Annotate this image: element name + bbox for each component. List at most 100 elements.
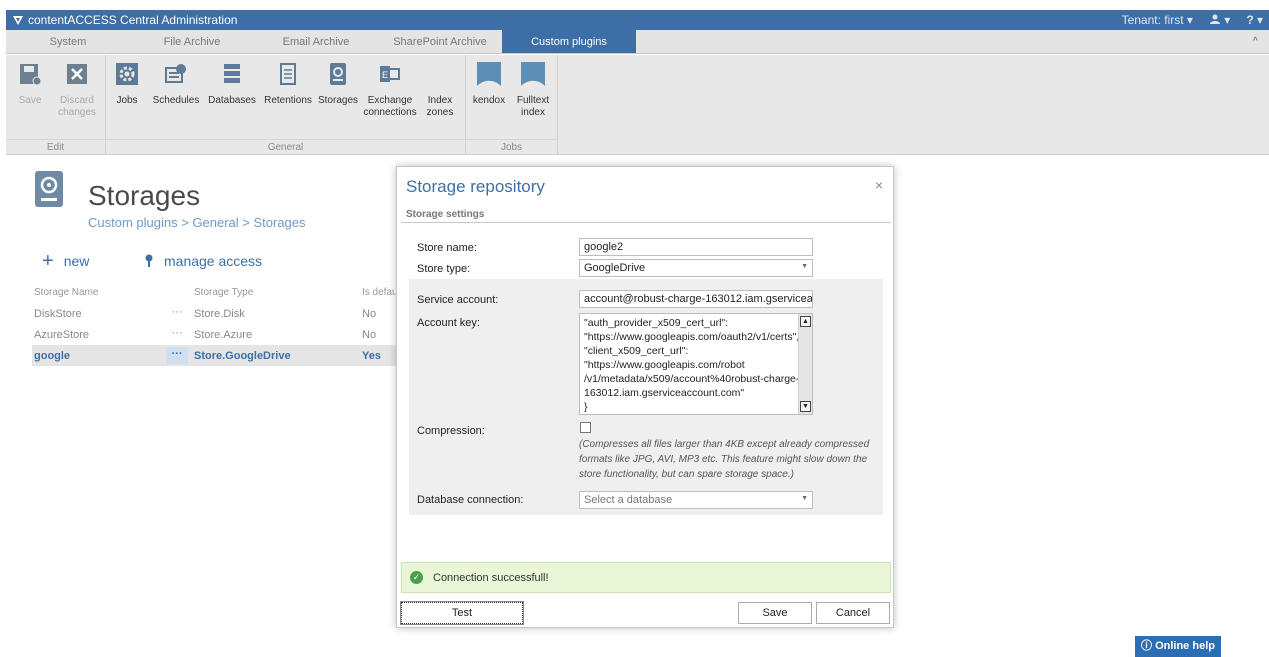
ribbon-group-edit: Save Discard changes Edit [6, 55, 106, 155]
exchange-connections-label: Exchange connections [363, 95, 417, 118]
ribbon-group-jobs: kendox Fulltext index Jobs [466, 55, 558, 155]
ribbon-group-general-label: General [106, 139, 465, 155]
status-text: Connection successfull! [433, 571, 549, 584]
database-icon [224, 64, 240, 83]
schedules-label: Schedules [152, 95, 200, 106]
new-label: new [63, 253, 90, 269]
retentions-label: Retentions [264, 95, 312, 106]
svg-text:E: E [382, 70, 388, 80]
store-type-value: GoogleDrive [584, 262, 646, 274]
tab-sharepoint-archive[interactable]: SharePoint Archive [378, 30, 502, 53]
is-default: No [362, 328, 377, 341]
kendox-button[interactable]: kendox [470, 61, 508, 107]
databases-button[interactable]: Databases [206, 61, 258, 107]
service-account-label: Service account: [417, 294, 499, 306]
account-key-line: 163012.iam.gserviceaccount.com" [584, 387, 745, 399]
app-logo-icon [13, 16, 23, 25]
jobs-button[interactable]: Jobs [112, 61, 142, 107]
fulltext-index-button[interactable]: Fulltext index [514, 61, 552, 119]
textarea-scrollbar[interactable]: ▲ ▼ [798, 314, 812, 414]
storage-repository-dialog: Storage repository × Storage settings St… [396, 166, 894, 628]
account-key-textarea[interactable]: "auth_provider_x509_cert_url": "https://… [579, 313, 813, 415]
account-key-label: Account key: [417, 317, 480, 329]
row-menu-button[interactable]: ··· [166, 305, 188, 322]
retentions-button[interactable]: Retentions [260, 61, 316, 107]
fulltext-icon [521, 62, 545, 86]
ribbon-group-general: Jobs Schedules Databases Retentions Stor… [106, 55, 466, 155]
service-account-input[interactable]: account@robust-charge-163012.iam.gservic… [579, 290, 813, 308]
schedules-button[interactable]: Schedules [150, 61, 202, 107]
is-default: Yes [362, 349, 381, 362]
tab-custom-plugins[interactable]: Custom plugins [502, 30, 636, 53]
close-icon[interactable]: × [875, 177, 883, 193]
table-row[interactable]: DiskStore ··· Store.Disk No [32, 303, 398, 324]
breadcrumb[interactable]: Custom plugins > General > Storages [88, 215, 306, 230]
checkmark-icon: ✓ [410, 571, 423, 584]
test-button[interactable]: Test [400, 601, 524, 625]
storage-page-icon [35, 171, 63, 207]
database-connection-select[interactable]: Select a database ▼ [579, 491, 813, 509]
user-menu[interactable]: ▾ [1209, 13, 1230, 27]
scroll-up-icon[interactable]: ▲ [800, 316, 811, 327]
store-name-label: Store name: [417, 242, 477, 254]
user-icon [1209, 14, 1220, 24]
databases-label: Databases [208, 95, 256, 106]
row-menu-button[interactable]: ··· [166, 347, 188, 364]
tab-system[interactable]: System [6, 30, 130, 53]
storage-icon [330, 63, 346, 85]
save-ribbon-button[interactable]: Save [12, 61, 48, 107]
kendox-icon [477, 62, 501, 86]
save-ribbon-label: Save [18, 95, 42, 106]
dialog-title: Storage repository [406, 177, 545, 196]
ribbon-collapse-icon[interactable]: ^ [1253, 30, 1269, 53]
store-type-select[interactable]: GoogleDrive ▼ [579, 259, 813, 277]
account-key-line: "auth_provider_x509_cert_url": [584, 317, 729, 329]
manage-access-button[interactable]: manage access [144, 253, 262, 269]
scroll-down-icon[interactable]: ▼ [800, 401, 811, 412]
index-zones-button[interactable]: Index zones [420, 61, 460, 119]
chevron-down-icon: ▼ [801, 495, 808, 502]
jobs-label: Jobs [116, 95, 138, 106]
exchange-connections-button[interactable]: E Exchange connections [362, 61, 418, 119]
discard-changes-label: Discard changes [58, 95, 96, 118]
discard-changes-button[interactable]: Discard changes [54, 61, 100, 119]
col-is-default[interactable]: Is defau [362, 287, 398, 298]
online-help-button[interactable]: ⓘ Online help [1135, 636, 1221, 657]
tab-file-archive[interactable]: File Archive [130, 30, 254, 53]
chevron-down-icon: ▼ [801, 263, 808, 270]
account-key-line: /v1/metadata/x509/account%40robust-charg… [584, 373, 800, 385]
save-icon [20, 64, 42, 86]
is-default: No [362, 307, 377, 320]
tenant-selector[interactable]: Tenant: first ▾ [1122, 13, 1193, 27]
section-title: Storage settings [401, 209, 891, 223]
ribbon-group-edit-label: Edit [6, 139, 105, 155]
store-name-input[interactable]: google2 [579, 238, 813, 256]
app-titlebar: contentACCESS Central Administration Ten… [6, 10, 1269, 30]
compression-label: Compression: [417, 425, 485, 437]
storages-button[interactable]: Storages [316, 61, 360, 107]
save-button[interactable]: Save [738, 602, 812, 624]
storage-type: Store.Azure [194, 328, 253, 341]
key-icon [145, 254, 153, 267]
help-menu-icon[interactable]: ? ▾ [1246, 13, 1263, 27]
grid-header: Storage Name Storage Type Is defau [32, 282, 398, 303]
account-key-line: "https://www.googleapis.com/oauth2/v1/ce… [584, 331, 800, 343]
discard-icon [67, 64, 87, 84]
new-button[interactable]: + new [42, 251, 90, 271]
table-row[interactable]: AzureStore ··· Store.Azure No [32, 324, 398, 345]
col-storage-type[interactable]: Storage Type [192, 287, 362, 298]
account-key-line: } [584, 401, 588, 413]
storage-type: Store.Disk [194, 307, 245, 320]
compression-checkbox[interactable] [580, 422, 591, 433]
ribbon-group-jobs-label: Jobs [466, 139, 557, 155]
database-placeholder: Select a database [584, 494, 673, 506]
app-title: contentACCESS Central Administration [28, 13, 238, 27]
gear-icon [116, 63, 138, 85]
col-storage-name[interactable]: Storage Name [32, 287, 162, 298]
row-menu-button[interactable]: ··· [166, 326, 188, 343]
storage-name: google [34, 349, 71, 362]
cancel-button[interactable]: Cancel [816, 602, 890, 624]
tab-email-archive[interactable]: Email Archive [254, 30, 378, 53]
store-type-label: Store type: [417, 263, 471, 275]
table-row-selected[interactable]: google ··· Store.GoogleDrive Yes [32, 345, 398, 366]
